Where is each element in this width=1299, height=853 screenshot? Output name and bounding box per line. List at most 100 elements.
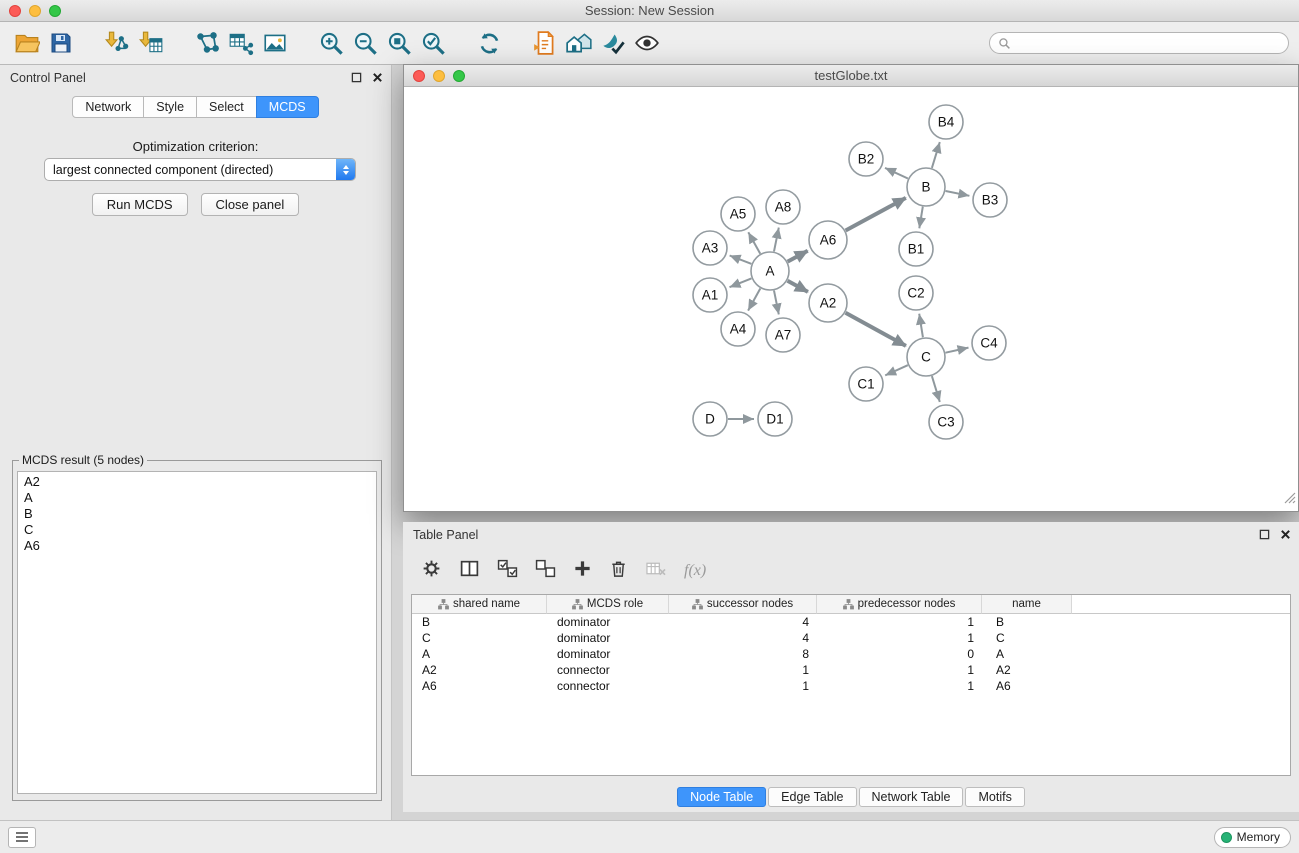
new-network-table-icon[interactable] bbox=[224, 26, 258, 60]
search-input[interactable] bbox=[1016, 35, 1280, 51]
graph-edge-C-C3[interactable] bbox=[932, 376, 940, 402]
import-network-from-file-icon[interactable] bbox=[100, 26, 134, 60]
graph-node-C1[interactable]: C1 bbox=[849, 367, 883, 401]
graph-edge-B-B4[interactable] bbox=[932, 142, 940, 168]
mcds-result-item[interactable]: C bbox=[24, 522, 370, 538]
zoom-network-window-button[interactable] bbox=[453, 70, 465, 82]
graph-node-D[interactable]: D bbox=[693, 402, 727, 436]
tab-edge-table[interactable]: Edge Table bbox=[768, 787, 856, 807]
network-window-titlebar[interactable]: testGlobe.txt bbox=[404, 65, 1298, 87]
graph-node-A5[interactable]: A5 bbox=[721, 197, 755, 231]
import-table-from-file-icon[interactable] bbox=[134, 26, 168, 60]
graph-edge-A-A4[interactable] bbox=[748, 289, 760, 311]
graph-edge-A-A8[interactable] bbox=[774, 228, 779, 252]
memory-button[interactable]: Memory bbox=[1214, 827, 1291, 848]
close-table-panel-icon[interactable] bbox=[1280, 529, 1291, 540]
table-settings-icon[interactable] bbox=[421, 558, 442, 584]
graph-edge-A-A6[interactable] bbox=[788, 251, 808, 262]
graph-node-A2[interactable]: A2 bbox=[809, 284, 847, 322]
mcds-result-item[interactable]: A2 bbox=[24, 474, 370, 490]
run-mcds-button[interactable]: Run MCDS bbox=[92, 193, 188, 216]
tab-select[interactable]: Select bbox=[196, 96, 257, 118]
graph-edge-B-B1[interactable] bbox=[919, 207, 923, 229]
zoom-out-icon[interactable] bbox=[348, 26, 382, 60]
mcds-result-item[interactable]: A bbox=[24, 490, 370, 506]
graph-edge-A6-B[interactable] bbox=[846, 198, 906, 231]
zoom-fit-icon[interactable] bbox=[382, 26, 416, 60]
node-table[interactable]: shared name MCDS role successor nodes pr… bbox=[411, 594, 1291, 776]
save-session-icon[interactable] bbox=[44, 26, 78, 60]
graph-edge-A-A1[interactable] bbox=[730, 278, 752, 287]
tab-node-table[interactable]: Node Table bbox=[677, 787, 766, 807]
mcds-result-item[interactable]: A6 bbox=[24, 538, 370, 554]
minimize-network-window-button[interactable] bbox=[433, 70, 445, 82]
graph-edge-C-C1[interactable] bbox=[885, 365, 908, 375]
tab-mcds[interactable]: MCDS bbox=[256, 96, 319, 118]
close-panel-button[interactable]: Close panel bbox=[201, 193, 300, 216]
graph-edge-C-C2[interactable] bbox=[919, 314, 923, 338]
column-header-name[interactable]: name bbox=[982, 595, 1072, 614]
graph-node-C2[interactable]: C2 bbox=[899, 276, 933, 310]
graph-edge-A-A2[interactable] bbox=[788, 281, 808, 292]
select-all-icon[interactable] bbox=[497, 558, 518, 584]
resize-grip[interactable] bbox=[1284, 491, 1296, 509]
minimize-window-button[interactable] bbox=[29, 5, 41, 17]
graph-node-B[interactable]: B bbox=[907, 168, 945, 206]
zoom-window-button[interactable] bbox=[49, 5, 61, 17]
open-session-icon[interactable] bbox=[10, 26, 44, 60]
close-panel-icon[interactable] bbox=[372, 72, 383, 83]
apply-style-icon[interactable] bbox=[596, 26, 630, 60]
table-row[interactable]: Bdominator41B bbox=[412, 614, 1290, 630]
import-document-icon[interactable] bbox=[528, 26, 562, 60]
mcds-result-list[interactable]: A2ABCA6 bbox=[17, 471, 377, 794]
graph-edge-A2-C[interactable] bbox=[846, 313, 906, 346]
graph-node-A[interactable]: A bbox=[751, 252, 789, 290]
task-history-button[interactable] bbox=[8, 827, 36, 848]
table-row[interactable]: Cdominator41C bbox=[412, 630, 1290, 646]
close-network-window-button[interactable] bbox=[413, 70, 425, 82]
zoom-in-icon[interactable] bbox=[314, 26, 348, 60]
graph-node-B3[interactable]: B3 bbox=[973, 183, 1007, 217]
tab-motifs[interactable]: Motifs bbox=[965, 787, 1024, 807]
graph-edge-B-B2[interactable] bbox=[885, 168, 908, 179]
tab-network-table[interactable]: Network Table bbox=[859, 787, 964, 807]
graph-edge-C-C4[interactable] bbox=[946, 348, 969, 353]
column-header-successor-nodes[interactable]: successor nodes bbox=[669, 595, 817, 614]
graph-node-A4[interactable]: A4 bbox=[721, 312, 755, 346]
delete-column-icon[interactable] bbox=[609, 559, 628, 584]
graph-node-C[interactable]: C bbox=[907, 338, 945, 376]
graph-node-A8[interactable]: A8 bbox=[766, 190, 800, 224]
zoom-selected-icon[interactable] bbox=[416, 26, 450, 60]
graph-node-D1[interactable]: D1 bbox=[758, 402, 792, 436]
column-header-shared-name[interactable]: shared name bbox=[412, 595, 547, 614]
network-canvas[interactable]: B4B2BB3A5A8A6A3B1AA1C2A2A4A7C4CC1DD1C3 bbox=[404, 87, 1298, 511]
export-image-icon[interactable] bbox=[258, 26, 292, 60]
new-network-icon[interactable] bbox=[190, 26, 224, 60]
graph-node-B2[interactable]: B2 bbox=[849, 142, 883, 176]
graph-node-B1[interactable]: B1 bbox=[899, 232, 933, 266]
close-window-button[interactable] bbox=[9, 5, 21, 17]
graph-node-A3[interactable]: A3 bbox=[693, 231, 727, 265]
create-column-icon[interactable] bbox=[573, 559, 592, 583]
tab-style[interactable]: Style bbox=[143, 96, 197, 118]
graph-node-A6[interactable]: A6 bbox=[809, 221, 847, 259]
graph-node-C3[interactable]: C3 bbox=[929, 405, 963, 439]
graph-node-C4[interactable]: C4 bbox=[972, 326, 1006, 360]
mcds-result-item[interactable]: B bbox=[24, 506, 370, 522]
graph-edge-A-A7[interactable] bbox=[774, 291, 779, 315]
graph-edge-A-A5[interactable] bbox=[748, 232, 760, 253]
graph-node-A1[interactable]: A1 bbox=[693, 278, 727, 312]
tab-network[interactable]: Network bbox=[72, 96, 144, 118]
network-graph[interactable]: B4B2BB3A5A8A6A3B1AA1C2A2A4A7C4CC1DD1C3 bbox=[404, 87, 1298, 511]
home-icon[interactable] bbox=[562, 26, 596, 60]
graph-edge-A-A3[interactable] bbox=[730, 256, 752, 264]
show-columns-icon[interactable] bbox=[459, 558, 480, 584]
optimization-criterion-select[interactable]: largest connected component (directed) bbox=[44, 158, 356, 181]
eye-icon[interactable] bbox=[630, 26, 664, 60]
column-header-mcds-role[interactable]: MCDS role bbox=[547, 595, 669, 614]
column-header-predecessor-nodes[interactable]: predecessor nodes bbox=[817, 595, 982, 614]
table-row[interactable]: A6connector11A6 bbox=[412, 678, 1290, 694]
table-row[interactable]: Adominator80A bbox=[412, 646, 1290, 662]
deselect-all-icon[interactable] bbox=[535, 558, 556, 584]
float-table-panel-icon[interactable] bbox=[1259, 529, 1270, 540]
